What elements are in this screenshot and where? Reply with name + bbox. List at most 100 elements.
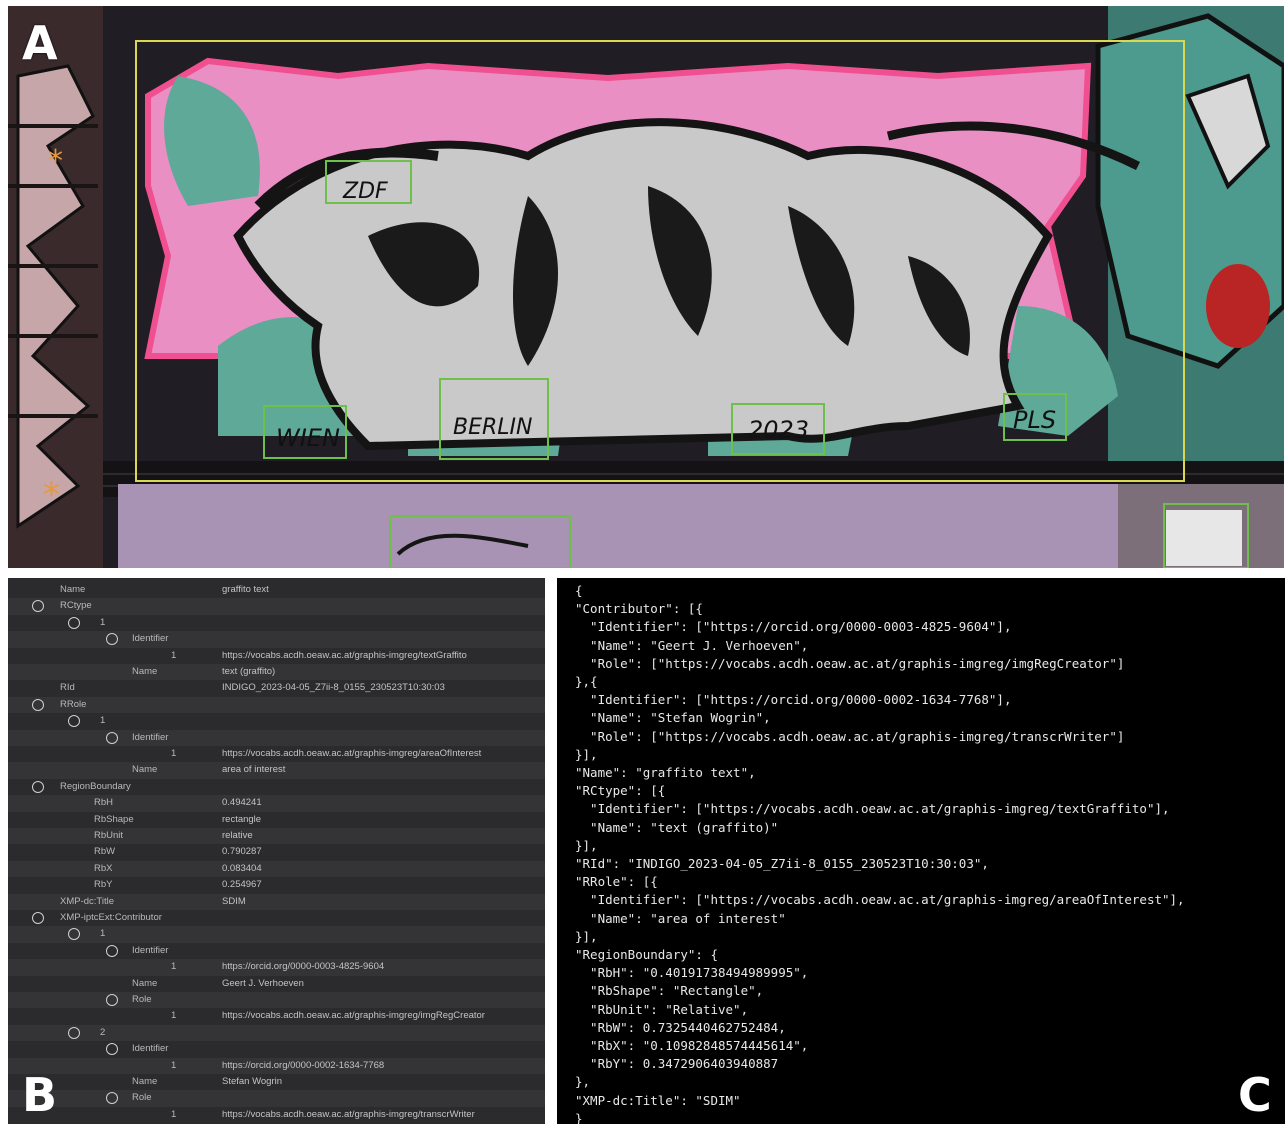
json-line: "Contributor": [{ — [575, 601, 703, 617]
expand-toggle-icon[interactable] — [106, 994, 118, 1006]
tag-2023: 2023 — [748, 416, 809, 444]
tree-row[interactable]: Name area of interest — [8, 762, 545, 779]
tree-row[interactable]: 2 — [8, 1024, 545, 1042]
tree-row[interactable]: Role — [8, 1090, 545, 1107]
expand-toggle-icon[interactable] — [32, 698, 44, 711]
json-line: "Role": ["https://vocabs.acdh.oeaw.ac.at… — [575, 655, 1125, 671]
expand-toggle-icon[interactable] — [68, 715, 80, 728]
tree-value: text (graffito) — [222, 666, 276, 677]
json-line: },{ — [575, 674, 598, 690]
tree-value: https://orcid.org/0000-0002-1634-7768 — [222, 1059, 385, 1071]
json-line: "Name": "text (graffito)" — [575, 819, 779, 835]
tree-row[interactable]: 1 https://orcid.org/0000-0002-1634-7768 — [8, 1057, 545, 1074]
tree-row[interactable]: Name text (graffito) — [8, 664, 545, 681]
tree-key: RbX — [94, 862, 113, 874]
tree-row[interactable]: RbH 0.494241 — [8, 795, 545, 812]
expand-toggle-icon[interactable] — [68, 928, 80, 941]
json-line: "Identifier": ["https://orcid.org/0000-0… — [575, 692, 1012, 708]
tree-row[interactable]: 1 https://vocabs.acdh.oeaw.ac.at/graphis-… — [8, 746, 545, 762]
tree-row[interactable]: 1 — [8, 615, 545, 631]
tree-key: RbW — [94, 846, 116, 858]
tree-key: RbY — [94, 879, 113, 891]
json-line: "Identifier": ["https://vocabs.acdh.oeaw… — [575, 892, 1185, 908]
tree-row[interactable]: 1 https://vocabs.acdh.oeaw.ac.at/graphis-… — [8, 1008, 545, 1024]
tree-key: 1 — [171, 649, 177, 661]
tree-row[interactable]: Identifier — [8, 729, 545, 746]
expand-toggle-icon[interactable] — [106, 1043, 118, 1056]
tree-key: Name — [132, 977, 158, 989]
json-line: }], — [575, 837, 598, 853]
json-line: }], — [575, 928, 598, 944]
json-line: "RbW": 0.7325440462752484, — [575, 1019, 786, 1035]
tree-value: https://vocabs.acdh.oeaw.ac.at/graphis-i… — [222, 1010, 485, 1022]
tree-key: 1 — [171, 1059, 177, 1071]
tree-value: https://vocabs.acdh.oeaw.ac.at/graphis-i… — [222, 748, 482, 759]
expand-toggle-icon[interactable] — [32, 600, 44, 613]
json-view-panel: {"Contributor": [{ "Identifier": ["https… — [557, 578, 1285, 1124]
tree-row[interactable]: RbY 0.254967 — [8, 877, 545, 893]
json-line: "XMP-dc:Title": "SDIM" — [575, 1092, 741, 1108]
tree-key: Identifier — [132, 1043, 169, 1055]
tree-key: 1 — [171, 1010, 177, 1022]
tree-key: 1 — [100, 616, 106, 628]
tree-row[interactable]: Name Geert J. Verhoeven — [8, 976, 545, 992]
expand-toggle-icon[interactable] — [106, 1092, 118, 1105]
json-line: "RbUnit": "Relative", — [575, 1001, 749, 1017]
tree-row[interactable]: RCtype — [8, 598, 545, 615]
tree-row[interactable]: RbW 0.790287 — [8, 844, 545, 860]
tree-key: 1 — [100, 928, 106, 940]
tree-row[interactable]: Identifier — [8, 1041, 545, 1057]
tree-row[interactable]: Name graffito text — [8, 582, 545, 598]
panel-label-a: A — [22, 16, 58, 70]
json-line: "Name": "graffito text", — [575, 765, 756, 781]
expand-toggle-icon[interactable] — [32, 912, 44, 924]
tree-row[interactable]: RbShape rectangle — [8, 812, 545, 828]
tree-row[interactable]: Name Stefan Wogrin — [8, 1074, 545, 1090]
tree-row[interactable]: 1 — [8, 926, 545, 943]
tree-key: Name — [60, 584, 86, 595]
expand-toggle-icon[interactable] — [68, 1026, 80, 1039]
json-line: }, — [575, 1074, 591, 1090]
json-line: "RbY": 0.3472906403940887 — [575, 1056, 779, 1072]
tree-key: Role — [132, 1092, 152, 1104]
tree-key: Name — [132, 666, 158, 677]
tree-key: RegionBoundary — [60, 780, 131, 792]
tree-key: RbUnit — [94, 830, 124, 841]
tree-row[interactable]: Identifier — [8, 943, 545, 959]
tag-wien: WIEN — [276, 424, 340, 452]
tree-row[interactable]: RegionBoundary — [8, 779, 545, 795]
tree-key: Name — [132, 764, 158, 776]
json-line: "Identifier": ["https://orcid.org/0000-0… — [575, 619, 1012, 635]
tree-row[interactable]: 1 https://vocabs.acdh.oeaw.ac.at/graphis-… — [8, 648, 545, 664]
tree-row[interactable]: 1 — [8, 713, 545, 729]
tree-key: Identifier — [132, 944, 169, 956]
tree-row[interactable]: Role — [8, 992, 545, 1009]
tree-row[interactable]: Identifier — [8, 631, 545, 648]
expand-toggle-icon[interactable] — [106, 633, 118, 646]
expand-toggle-icon[interactable] — [106, 731, 118, 744]
tree-row[interactable]: RRole — [8, 696, 545, 714]
tree-row[interactable]: XMP-dc:Title SDIM — [8, 893, 545, 910]
tree-row[interactable]: XMP-iptcExt:Contributor — [8, 910, 545, 926]
tree-key: RRole — [60, 698, 87, 710]
tree-key: RbShape — [94, 813, 134, 825]
tree-value: 0.790287 — [222, 846, 262, 858]
tree-key: 1 — [171, 1108, 177, 1120]
tree-row[interactable]: RId INDIGO_2023-04-05_Z7ii-8_0155_230523T… — [8, 680, 545, 696]
tree-row[interactable]: 1 https://vocabs.acdh.oeaw.ac.at/graphis-… — [8, 1107, 545, 1123]
expand-toggle-icon[interactable] — [106, 944, 118, 957]
json-line: "RCtype": [{ — [575, 783, 666, 799]
tree-row[interactable]: RbUnit relative — [8, 828, 545, 845]
tree-row[interactable]: 1 https://orcid.org/0000-0003-4825-9604 — [8, 959, 545, 976]
tree-row[interactable]: RbX 0.083404 — [8, 860, 545, 878]
panel-label-c: C — [1238, 1068, 1272, 1122]
panel-label-b: B — [22, 1068, 58, 1122]
tree-value: relative — [222, 830, 253, 841]
expand-toggle-icon[interactable] — [68, 616, 80, 629]
tag-pls: PLS — [1013, 406, 1056, 434]
expand-toggle-icon[interactable] — [32, 780, 44, 793]
json-line: "Identifier": ["https://vocabs.acdh.oeaw… — [575, 801, 1170, 817]
tree-key: 1 — [171, 748, 177, 759]
svg-text:*: * — [43, 475, 60, 515]
json-line: "Role": ["https://vocabs.acdh.oeaw.ac.at… — [575, 728, 1125, 744]
